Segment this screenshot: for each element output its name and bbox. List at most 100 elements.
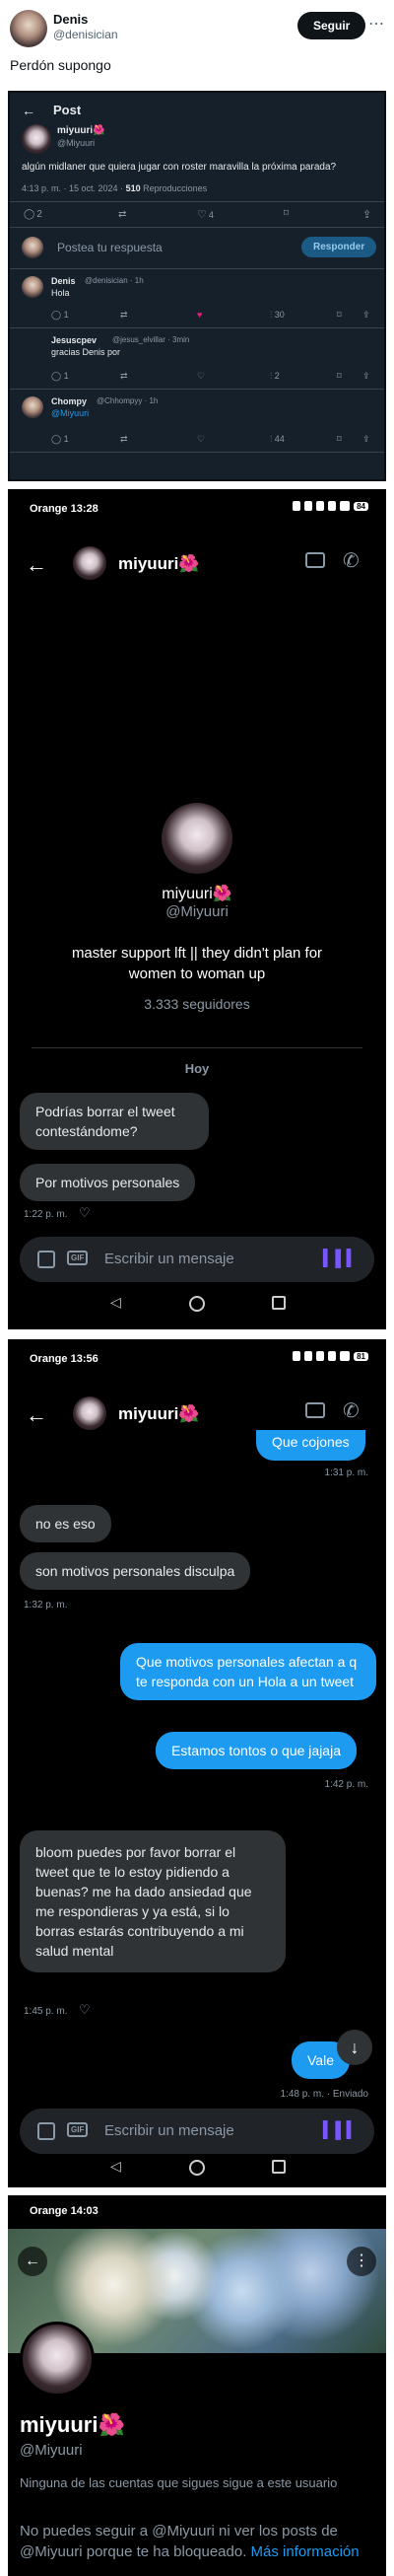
status-bar: Orange 13:28 bbox=[30, 503, 98, 515]
screenshot-post-thread: ← Post miyuuri🌺 @Miyuuri algún midlaner … bbox=[8, 91, 386, 481]
reply-author[interactable]: Jesuscpev bbox=[51, 335, 97, 345]
scroll-down-button[interactable]: ↓ bbox=[337, 2030, 372, 2065]
more-options-icon[interactable]: ⋮ bbox=[347, 2247, 376, 2276]
post-author-avatar[interactable] bbox=[22, 124, 51, 154]
more-info-link[interactable]: Más información bbox=[251, 2543, 360, 2560]
post-header-title: Post bbox=[53, 103, 82, 117]
tweet-text: Perdón supongo bbox=[10, 57, 111, 73]
like-icon[interactable]: ♡ 4 bbox=[197, 208, 214, 221]
like-icon[interactable]: ♡ bbox=[197, 371, 205, 382]
reply-avatar[interactable] bbox=[22, 396, 43, 418]
reply-actions: ◯ 1 ⇄ ♥ ⫶ 30 ⌑ ⇪ bbox=[51, 310, 376, 322]
nav-recents-icon[interactable] bbox=[272, 2160, 286, 2174]
chat-avatar[interactable] bbox=[73, 1396, 106, 1430]
video-call-icon[interactable] bbox=[305, 552, 325, 568]
blocked-message: No puedes seguir a @Miyuuri ni ver los p… bbox=[20, 2521, 384, 2562]
views-icon[interactable]: ⫶ 30 bbox=[270, 310, 285, 321]
message-bubble[interactable]: Por motivos personales bbox=[20, 1164, 196, 1201]
profile-name[interactable]: miyuuri🌺 bbox=[8, 884, 386, 903]
nav-recents-icon[interactable] bbox=[272, 1296, 286, 1310]
reply-count: 1 bbox=[63, 371, 69, 381]
nav-home-icon[interactable] bbox=[189, 2160, 205, 2176]
reply-button[interactable]: Responder bbox=[301, 237, 377, 257]
bookmark-icon[interactable]: ⌑ bbox=[337, 434, 342, 445]
phone-call-icon[interactable]: ✆ bbox=[343, 548, 360, 573]
follow-button[interactable]: Seguir bbox=[297, 12, 366, 39]
bookmark-icon[interactable]: ⌑ bbox=[337, 310, 342, 321]
profile-handle: @Miyuuri bbox=[20, 2442, 83, 2459]
author-handle[interactable]: @denisician bbox=[53, 28, 118, 41]
repost-icon[interactable]: ⇄ bbox=[120, 310, 128, 321]
profile-followers[interactable]: 3.333 seguidores bbox=[8, 996, 386, 1012]
chat-avatar[interactable] bbox=[73, 546, 106, 580]
more-options-icon[interactable]: ⋯ bbox=[366, 14, 386, 34]
share-icon[interactable]: ⇪ bbox=[362, 208, 371, 221]
video-call-icon[interactable] bbox=[305, 1402, 325, 1418]
image-icon[interactable] bbox=[37, 2122, 55, 2140]
heart-add-icon[interactable]: ♡ bbox=[79, 2002, 91, 2018]
chat-name[interactable]: miyuuri🌺 bbox=[118, 554, 200, 574]
repost-icon[interactable]: ⇄ bbox=[120, 371, 128, 382]
heart-add-icon[interactable]: ♡ bbox=[79, 1205, 91, 1221]
reply-input[interactable]: Postea tu respuesta bbox=[57, 241, 163, 254]
back-arrow-icon[interactable]: ← bbox=[22, 103, 35, 118]
share-icon[interactable]: ⇪ bbox=[362, 371, 370, 382]
gif-icon[interactable]: GIF bbox=[67, 2122, 89, 2137]
profile-avatar[interactable] bbox=[20, 2322, 95, 2397]
reply-mention[interactable]: @Miyuuri bbox=[51, 408, 89, 418]
image-icon[interactable] bbox=[37, 1251, 55, 1268]
bookmark-icon[interactable]: ⌑ bbox=[284, 208, 289, 219]
like-icon[interactable]: ♡ bbox=[197, 434, 205, 445]
views-icon[interactable]: ⫶ 2 bbox=[270, 371, 280, 382]
voice-icon[interactable]: ▍▌▍ bbox=[323, 1249, 359, 1268]
reply-meta: @Chhompyy · 1h bbox=[97, 396, 159, 405]
message-bubble-sent[interactable]: Que motivos personales afectan a q te re… bbox=[120, 1643, 376, 1700]
carrier: Orange bbox=[30, 2205, 68, 2217]
message-input[interactable]: Escribir un mensaje bbox=[104, 2122, 234, 2139]
message-bubble-sent[interactable]: Estamos tontos o que jajaja bbox=[156, 1732, 357, 1769]
message-time: 1:32 p. m. bbox=[24, 1600, 68, 1610]
back-arrow-icon[interactable]: ← bbox=[26, 552, 47, 578]
nav-back-icon[interactable]: ◁ bbox=[110, 2158, 121, 2175]
reply-icon[interactable]: ◯ 1 bbox=[51, 434, 69, 445]
profile-handle[interactable]: @Miyuuri bbox=[8, 903, 386, 920]
message-bubble-sent[interactable]: Que cojones bbox=[256, 1430, 365, 1461]
bookmark-icon[interactable]: ⌑ bbox=[337, 371, 342, 382]
message-composer[interactable]: GIF Escribir un mensaje ▍▌▍ bbox=[20, 2109, 374, 2154]
reply-icon[interactable]: ◯ 1 bbox=[51, 371, 69, 382]
message-composer[interactable]: GIF Escribir un mensaje ▍▌▍ bbox=[20, 1237, 374, 1282]
profile-bio: master support lft || they didn't plan f… bbox=[71, 945, 323, 982]
repost-icon[interactable]: ⇄ bbox=[120, 434, 128, 445]
screenshot-dm-1: Orange 13:28 84 ← miyuuri🌺 ✆ miyuuri🌺 @M… bbox=[8, 489, 386, 1329]
reply-avatar[interactable] bbox=[22, 276, 43, 298]
post-author-handle[interactable]: @Miyuuri bbox=[57, 138, 95, 148]
voice-icon[interactable]: ▍▌▍ bbox=[323, 2120, 359, 2140]
message-bubble[interactable]: son motivos personales disculpa bbox=[20, 1552, 251, 1590]
chat-name[interactable]: miyuuri🌺 bbox=[118, 1404, 200, 1424]
gif-icon[interactable]: GIF bbox=[67, 1251, 89, 1265]
reply-icon[interactable]: ◯ 2 bbox=[24, 209, 42, 220]
message-bubble[interactable]: Podrías borrar el tweet contestándome? bbox=[20, 1093, 209, 1150]
message-bubble[interactable]: bloom puedes por favor borrar el tweet q… bbox=[20, 1830, 286, 1972]
back-arrow-icon[interactable]: ← bbox=[26, 1402, 47, 1428]
like-icon[interactable]: ♥ bbox=[197, 310, 202, 320]
views-count: 2 bbox=[274, 371, 280, 381]
profile-avatar[interactable] bbox=[162, 803, 232, 874]
phone-call-icon[interactable]: ✆ bbox=[343, 1398, 360, 1423]
status-bar: Orange 14:03 bbox=[30, 2205, 98, 2217]
nav-home-icon[interactable] bbox=[189, 1296, 205, 1312]
nav-back-icon[interactable]: ◁ bbox=[110, 1294, 121, 1311]
share-icon[interactable]: ⇪ bbox=[362, 434, 370, 445]
post-author-name[interactable]: miyuuri🌺 bbox=[57, 125, 105, 136]
reply-icon[interactable]: ◯ 1 bbox=[51, 310, 69, 321]
avatar[interactable] bbox=[10, 10, 47, 47]
message-bubble[interactable]: no es eso bbox=[20, 1505, 111, 1542]
reply-author[interactable]: Denis bbox=[51, 276, 76, 286]
back-arrow-icon[interactable]: ← bbox=[18, 2247, 47, 2276]
message-input[interactable]: Escribir un mensaje bbox=[104, 1251, 234, 1267]
views-icon[interactable]: ⫶ 44 bbox=[270, 434, 285, 445]
share-icon[interactable]: ⇪ bbox=[362, 310, 370, 321]
author-name[interactable]: Denis bbox=[53, 12, 88, 27]
repost-icon[interactable]: ⇄ bbox=[118, 209, 126, 220]
reply-author[interactable]: Chompy bbox=[51, 396, 87, 406]
